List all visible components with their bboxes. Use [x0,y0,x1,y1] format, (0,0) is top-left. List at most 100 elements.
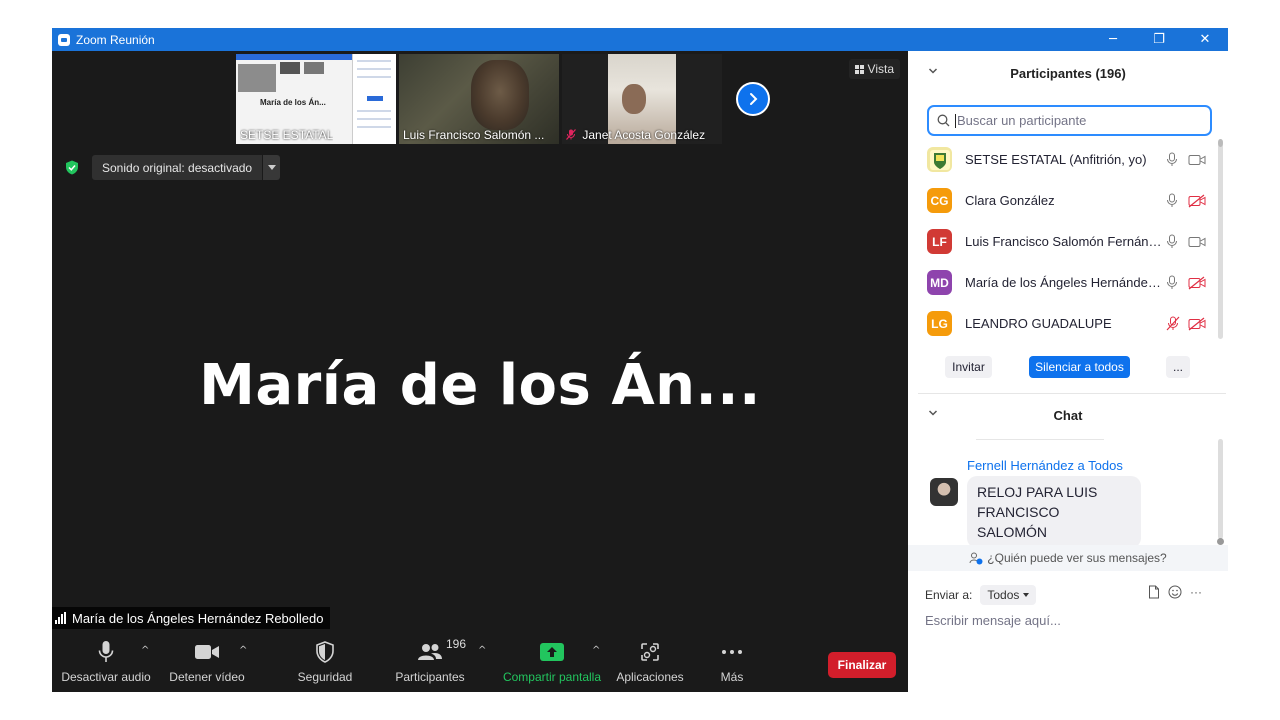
avatar: LF [927,229,952,254]
end-meeting-button[interactable]: Finalizar [828,652,896,678]
participant-row[interactable]: CG Clara González [908,180,1220,221]
original-sound-toggle[interactable]: Sonido original: desactivado [92,155,281,180]
chat-messages: Fernell Hernández a Todos RELOJ PARA LUI… [908,439,1228,548]
emoji-icon[interactable] [1168,585,1182,599]
share-screen-button[interactable]: Compartir pantalla [502,635,602,692]
search-icon [937,114,950,127]
participant-name: Clara González [965,193,1055,208]
send-to-row: Enviar a: Todos [925,585,1037,605]
video-stage: María de los Án... SETSE ESTATAL Luis Fr… [52,51,908,692]
zoom-logo-icon [58,33,70,46]
close-button[interactable]: ✕ [1182,28,1228,51]
video-camera-icon[interactable] [1188,236,1206,248]
chat-more-button[interactable]: ··· [1190,585,1202,599]
mic-muted-icon[interactable] [1166,316,1180,331]
video-off-icon[interactable] [1188,194,1206,208]
microphone-icon[interactable] [1166,234,1178,249]
chat-tools: ··· [1148,585,1202,599]
participant-name: María de los Ángeles Hernández Rebolledo [965,275,1162,290]
avatar: CG [927,188,952,213]
chat-scrollbar[interactable] [1217,439,1224,545]
participants-icon [418,644,442,660]
participant-actions: Invitar Silenciar a todos ... [908,356,1228,378]
chevron-down-icon[interactable] [262,155,281,180]
chat-message-input[interactable]: Escribir mensaje aquí... [925,613,1061,628]
participant-row[interactable]: LF Luis Francisco Salomón Fernández [908,221,1220,262]
file-icon[interactable] [1148,585,1160,599]
thumbnail-label: Luis Francisco Salomón ... [403,128,545,142]
search-placeholder: Buscar un participante [957,113,1087,128]
shield-icon [316,641,334,663]
invite-button[interactable]: Invitar [945,356,992,378]
participants-count: 196 [446,637,467,651]
share-screen-icon [540,643,564,661]
more-button[interactable]: Más [714,635,750,692]
participant-list: SETSE ESTATAL (Anfitrión, yo) CG Clara G… [908,139,1220,344]
chat-message: RELOJ PARA LUIS FRANCISCO SALOMÓN [967,476,1141,548]
mute-all-button[interactable]: Silenciar a todos [1029,356,1130,378]
participant-row[interactable]: SETSE ESTATAL (Anfitrión, yo) [908,139,1220,180]
chat-sender[interactable]: Fernell Hernández a Todos [967,458,1123,473]
minimize-button[interactable]: ─ [1090,28,1136,51]
avatar [927,147,952,172]
window-controls: ─ ❐ ✕ [1090,28,1228,51]
mic-muted-icon [566,129,576,140]
avatar: LG [927,311,952,336]
participant-row[interactable]: LG LEANDRO GUADALUPE [908,303,1220,344]
recipient-dropdown[interactable]: Todos [980,585,1037,605]
apps-icon [641,643,659,661]
more-label: Más [720,670,744,684]
who-can-see-link[interactable]: ¿Quién puede ver sus mensajes? [908,545,1228,571]
organization-logo-icon [929,149,950,170]
active-speaker-name: María de los Án... [199,353,761,418]
mute-button[interactable]: Desactivar audio [61,635,151,692]
thumbnail-video[interactable]: Janet Acosta González [562,54,722,144]
apps-button[interactable]: Aplicaciones [615,635,685,692]
title-bar: Zoom Reunión ─ ❐ ✕ [52,28,1228,51]
participant-name: LEANDRO GUADALUPE [965,316,1112,331]
participants-caret-icon[interactable]: ^ [478,645,486,656]
collapse-chevron-icon[interactable] [928,408,938,418]
share-options-caret-icon[interactable]: ^ [592,645,600,656]
video-off-icon[interactable] [1188,276,1206,290]
meeting-toolbar: Desactivar audio ^ Detener vídeo ^ Segur… [52,635,908,692]
participant-row[interactable]: MD María de los Ángeles Hernández Reboll… [908,262,1220,303]
mute-button-label: Desactivar audio [61,670,151,684]
collapse-chevron-icon[interactable] [928,66,938,76]
active-speaker-full-name: María de los Ángeles Hernández Rebolledo [72,610,324,626]
next-page-button[interactable] [736,82,770,116]
thumbnail-video[interactable]: Luis Francisco Salomón ... [399,54,559,144]
restore-button[interactable]: ❐ [1136,28,1182,51]
original-sound-label[interactable]: Sonido original: desactivado [92,155,263,180]
who-can-see-label: ¿Quién puede ver sus mensajes? [987,551,1167,565]
microphone-icon[interactable] [1166,152,1178,167]
security-button[interactable]: Seguridad [292,635,358,692]
security-label: Seguridad [297,670,353,684]
video-off-icon[interactable] [1188,317,1206,331]
thumbnail-inner-name: María de los Án... [260,98,326,107]
chat-title: Chat [1053,407,1083,423]
people-info-icon [969,552,983,564]
connection-signal-icon [55,612,66,624]
microphone-icon[interactable] [1166,275,1178,290]
thumbnail-label: SETSE ESTATAL [240,128,334,142]
microphone-icon[interactable] [1166,193,1178,208]
video-camera-icon [195,645,219,659]
video-camera-icon[interactable] [1188,154,1206,166]
active-speaker-label: María de los Ángeles Hernández Rebolledo [52,607,330,629]
apps-label: Aplicaciones [616,670,684,684]
video-options-caret-icon[interactable]: ^ [239,645,247,656]
participant-list-scrollbar[interactable] [1218,139,1223,339]
view-button[interactable]: Vista [848,59,900,79]
microphone-icon [98,641,114,662]
stop-video-button[interactable]: Detener vídeo [168,635,246,692]
encryption-shield-icon [66,160,78,175]
participant-search-input[interactable]: Buscar un participante [927,105,1212,136]
audio-options-caret-icon[interactable]: ^ [141,645,149,656]
participants-title: Participantes (196) [1010,65,1126,81]
more-options-button[interactable]: ... [1166,356,1190,378]
avatar: MD [927,270,952,295]
participants-header: Participantes (196) [908,51,1228,95]
participant-name: SETSE ESTATAL (Anfitrión, yo) [965,152,1147,167]
thumbnail-video[interactable]: María de los Án... SETSE ESTATAL [236,54,396,144]
